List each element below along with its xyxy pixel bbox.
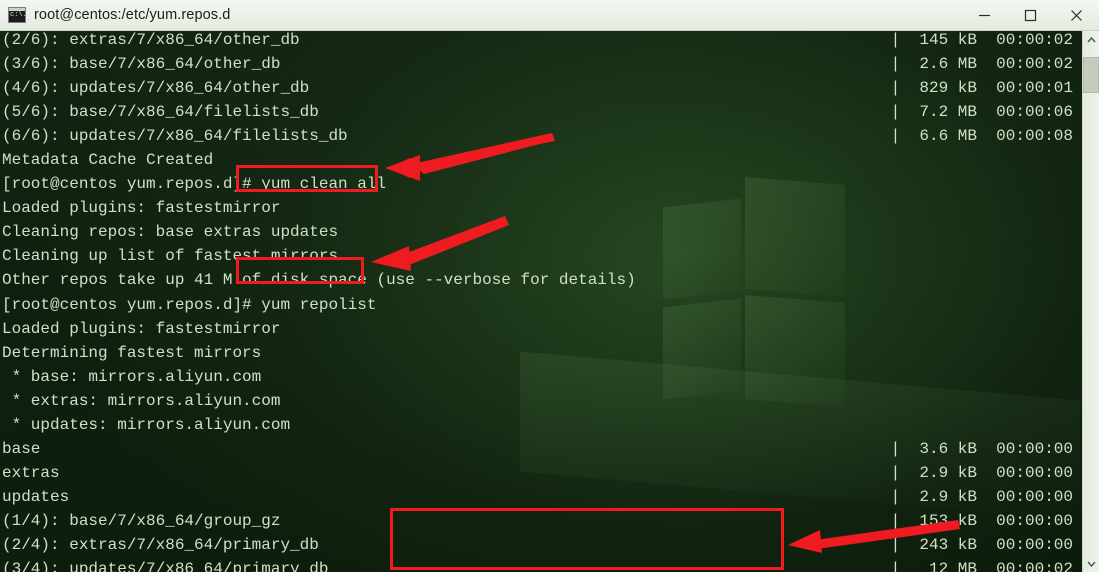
terminal-body[interactable]: (2/6): extras/7/x86_64/other_db | 145 kB …: [0, 31, 1099, 572]
console-line-right: | 153 kB 00:00:00: [890, 511, 1073, 530]
console-icon: [8, 7, 27, 23]
console-line-text: extras: [2, 463, 60, 482]
console-line: (2/6): extras/7/x86_64/other_db | 145 kB …: [0, 31, 1099, 52]
console-line: (1/4): base/7/x86_64/group_gz | 153 kB 00…: [0, 509, 1099, 533]
chevron-up-icon: [1086, 36, 1096, 42]
console-line: (5/6): base/7/x86_64/filelists_db | 7.2 M…: [0, 100, 1099, 124]
console-line-text: Cleaning repos: base extras updates: [2, 223, 339, 242]
console-line: * updates: mirrors.aliyun.com: [0, 413, 1099, 437]
close-button[interactable]: [1053, 0, 1099, 31]
console-line-text: (2/6): extras/7/x86_64/other_db: [2, 31, 300, 49]
scroll-up-arrow[interactable]: [1083, 31, 1099, 48]
console-line-text: * extras: mirrors.aliyun.com: [2, 391, 281, 410]
console-line: * base: mirrors.aliyun.com: [0, 365, 1099, 389]
console-line-text: Determining fastest mirrors: [2, 343, 262, 362]
console-line-right: | 2.9 kB 00:00:00: [890, 487, 1073, 506]
console-line-right: | 243 kB 00:00:00: [890, 535, 1073, 554]
console-line-text: [root@centos yum.repos.d]# yum clean all: [2, 175, 387, 194]
console-line: * extras: mirrors.aliyun.com: [0, 389, 1099, 413]
console-line-text: * base: mirrors.aliyun.com: [2, 367, 262, 386]
console-line-right: | 829 kB 00:00:01: [890, 79, 1073, 98]
console-line-right: | 145 kB 00:00:02: [890, 31, 1073, 49]
console-line-right: | 3.6 kB 00:00:00: [890, 439, 1073, 458]
console-line: [root@centos yum.repos.d]# yum clean all: [0, 172, 1099, 196]
maximize-icon: [1024, 9, 1036, 21]
console-line: (3/4): updates/7/x86_64/primary_db | 12 M…: [0, 557, 1099, 572]
console-line-text: Loaded plugins: fastestmirror: [2, 319, 281, 338]
console-line-right: | 2.6 MB 00:00:02: [890, 55, 1073, 74]
console-line-text: [root@centos yum.repos.d]# yum repolist: [2, 295, 377, 314]
console-line-right: | 12 MB 00:00:02: [890, 560, 1073, 572]
minimize-icon: [978, 14, 990, 16]
console-line-text: (6/6): updates/7/x86_64/filelists_db: [2, 127, 348, 146]
console-line: [root@centos yum.repos.d]# yum repolist: [0, 293, 1099, 317]
console-line-right: | 7.2 MB 00:00:06: [890, 103, 1073, 122]
minimize-button[interactable]: [961, 0, 1007, 31]
console-line: Cleaning up list of fastest mirrors: [0, 244, 1099, 268]
console-output: (2/6): extras/7/x86_64/other_db | 145 kB …: [0, 31, 1099, 572]
console-line: extras | 2.9 kB 00:00:00: [0, 461, 1099, 485]
console-line-text: updates: [2, 487, 70, 506]
scroll-down-arrow[interactable]: [1083, 555, 1099, 572]
console-line: updates | 2.9 kB 00:00:00: [0, 485, 1099, 509]
console-line: (3/6): base/7/x86_64/other_db | 2.6 MB 00…: [0, 52, 1099, 76]
console-line-text: (2/4): extras/7/x86_64/primary_db: [2, 535, 319, 554]
console-line: Metadata Cache Created: [0, 148, 1099, 172]
window-titlebar[interactable]: root@centos:/etc/yum.repos.d: [0, 0, 1099, 31]
close-icon: [1070, 9, 1082, 21]
console-line-text: * updates: mirrors.aliyun.com: [2, 415, 291, 434]
console-line: base | 3.6 kB 00:00:00: [0, 437, 1099, 461]
console-line-text: Cleaning up list of fastest mirrors: [2, 247, 339, 266]
console-line-text: (1/4): base/7/x86_64/group_gz: [2, 511, 281, 530]
console-line: Cleaning repos: base extras updates: [0, 220, 1099, 244]
console-line-text: (4/6): updates/7/x86_64/other_db: [2, 79, 310, 98]
window-controls: [961, 0, 1099, 31]
console-line: (2/4): extras/7/x86_64/primary_db | 243 k…: [0, 533, 1099, 557]
console-line-text: (5/6): base/7/x86_64/filelists_db: [2, 103, 319, 122]
console-line: (4/6): updates/7/x86_64/other_db | 829 kB…: [0, 76, 1099, 100]
maximize-button[interactable]: [1007, 0, 1053, 31]
console-line-text: base: [2, 439, 41, 458]
console-line-text: Loaded plugins: fastestmirror: [2, 199, 281, 218]
console-line: Loaded plugins: fastestmirror: [0, 196, 1099, 220]
console-line-text: Metadata Cache Created: [2, 151, 214, 170]
console-line: Determining fastest mirrors: [0, 341, 1099, 365]
window-title: root@centos:/etc/yum.repos.d: [34, 7, 231, 23]
console-line: Loaded plugins: fastestmirror: [0, 317, 1099, 341]
scrollbar-thumb[interactable]: [1083, 57, 1099, 93]
chevron-down-icon: [1086, 561, 1096, 567]
console-line-text: (3/4): updates/7/x86_64/primary_db: [2, 560, 329, 572]
console-line-text: Other repos take up 41 M of disk space (…: [2, 271, 636, 290]
console-line-right: | 6.6 MB 00:00:08: [890, 127, 1073, 146]
console-line-right: | 2.9 kB 00:00:00: [890, 463, 1073, 482]
terminal-window: root@centos:/etc/yum.repos.d: [0, 0, 1099, 572]
console-line: (6/6): updates/7/x86_64/filelists_db | 6.…: [0, 124, 1099, 148]
terminal-scrollbar[interactable]: [1082, 31, 1099, 572]
console-line-text: (3/6): base/7/x86_64/other_db: [2, 55, 281, 74]
console-line: Other repos take up 41 M of disk space (…: [0, 268, 1099, 292]
scrollbar-track[interactable]: [1083, 48, 1099, 555]
